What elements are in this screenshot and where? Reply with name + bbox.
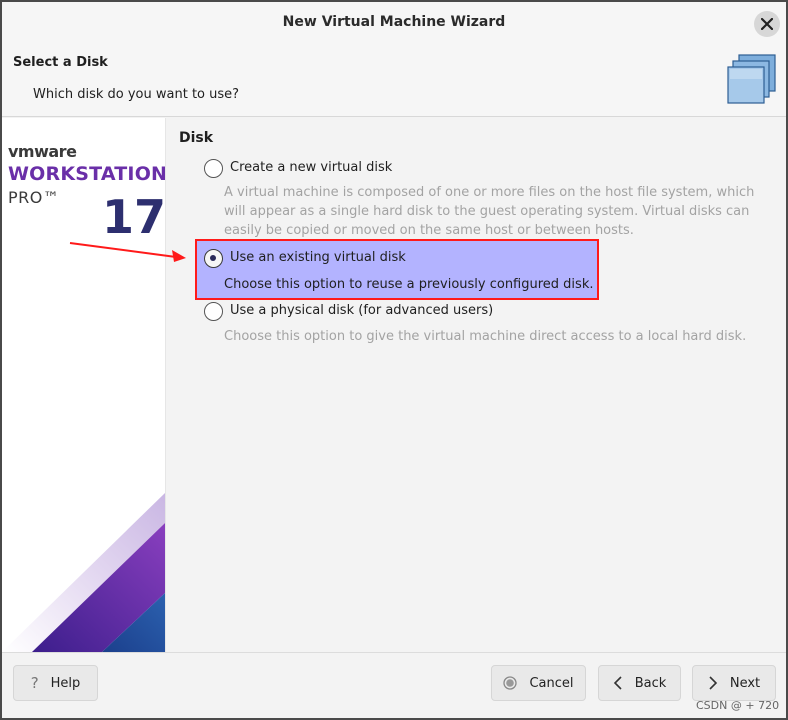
option-description: A virtual machine is composed of one or … xyxy=(224,185,755,238)
page-title: Select a Disk xyxy=(13,55,108,70)
annotation-arrow-icon xyxy=(69,242,186,262)
window-title: New Virtual Machine Wizard xyxy=(282,14,506,30)
back-label: Back xyxy=(634,675,667,691)
title-bar: New Virtual Machine Wizard xyxy=(2,2,786,45)
chevron-left-icon xyxy=(613,676,623,690)
close-icon xyxy=(761,18,773,30)
wizard-window: New Virtual Machine Wizard Select a Disk… xyxy=(0,0,788,720)
close-button[interactable] xyxy=(754,11,780,37)
option-description: Choose this option to give the virtual m… xyxy=(224,329,747,344)
disk-section-title: Disk xyxy=(179,130,214,146)
cancel-label: Cancel xyxy=(529,675,574,691)
product-banner: vmware WORKSTATION PRO™ 17 xyxy=(2,118,166,652)
product-name: WORKSTATION xyxy=(8,163,166,185)
chevron-right-icon xyxy=(708,676,718,690)
option-label[interactable]: Create a new virtual disk xyxy=(230,160,392,175)
option-description: Choose this option to reuse a previously… xyxy=(224,277,594,292)
help-icon: ? xyxy=(30,674,39,692)
radio-create-new-disk[interactable] xyxy=(204,159,223,178)
cancel-button[interactable]: Cancel xyxy=(491,665,586,701)
wizard-content: Disk Create a new virtual disk A virtual… xyxy=(167,118,786,652)
disk-stack-icon xyxy=(727,54,776,104)
cancel-icon xyxy=(503,676,518,690)
help-label: Help xyxy=(50,675,81,691)
product-version: 17 xyxy=(102,190,166,244)
next-label: Next xyxy=(729,675,761,691)
product-edition: PRO™ xyxy=(8,188,60,207)
banner-graphic xyxy=(2,492,165,652)
help-button[interactable]: ? Help xyxy=(13,665,98,701)
radio-use-existing-disk[interactable] xyxy=(204,249,223,268)
back-button[interactable]: Back xyxy=(598,665,681,701)
wizard-footer: ? Help Cancel Back Next xyxy=(2,652,786,714)
next-button[interactable]: Next xyxy=(692,665,776,701)
radio-physical-disk[interactable] xyxy=(204,302,223,321)
wizard-header: Select a Disk Which disk do you want to … xyxy=(2,45,786,117)
page-subtitle: Which disk do you want to use? xyxy=(33,87,240,102)
watermark: CSDN @ + 720 xyxy=(696,699,780,712)
vmware-logo-text: vmware xyxy=(8,142,77,161)
option-label[interactable]: Use an existing virtual disk xyxy=(230,250,406,265)
option-label[interactable]: Use a physical disk (for advanced users) xyxy=(230,303,493,318)
